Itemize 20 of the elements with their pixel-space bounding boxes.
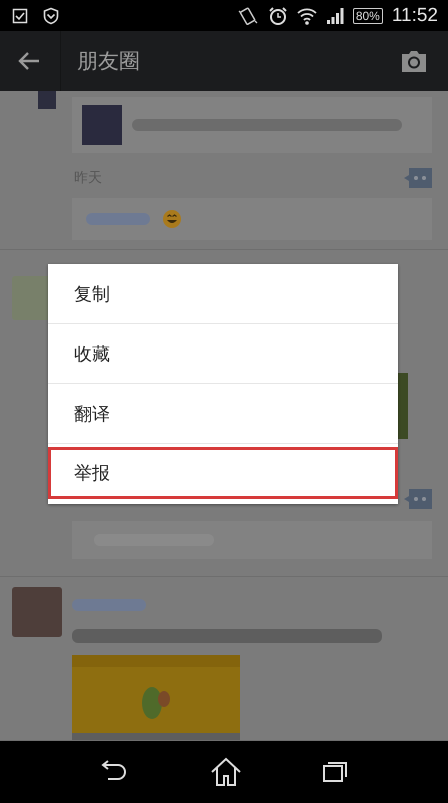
link-card[interactable] (72, 97, 432, 154)
menu-item[interactable]: 收藏 (48, 324, 398, 384)
clock-time: 11:52 (392, 4, 438, 27)
shield-icon (42, 6, 60, 25)
menu-item[interactable]: 举报 (48, 447, 398, 500)
menu-item[interactable]: 翻译 (48, 384, 398, 444)
menu-item[interactable]: 复制 (48, 264, 398, 324)
home-icon[interactable] (210, 757, 242, 788)
vibrate-icon (236, 6, 259, 26)
wifi-icon (296, 6, 317, 25)
battery-level: 80% (352, 8, 383, 24)
recent-apps-icon[interactable] (322, 761, 348, 784)
alarm-icon (268, 6, 288, 26)
page-title: 朋友圈 (77, 48, 141, 76)
back-arrow-icon[interactable] (18, 51, 40, 72)
camera-icon[interactable] (400, 49, 428, 74)
link-thumbnail (82, 105, 122, 146)
emoji-icon (162, 209, 182, 230)
signal-icon (326, 6, 344, 25)
checkbox-icon (12, 8, 28, 24)
